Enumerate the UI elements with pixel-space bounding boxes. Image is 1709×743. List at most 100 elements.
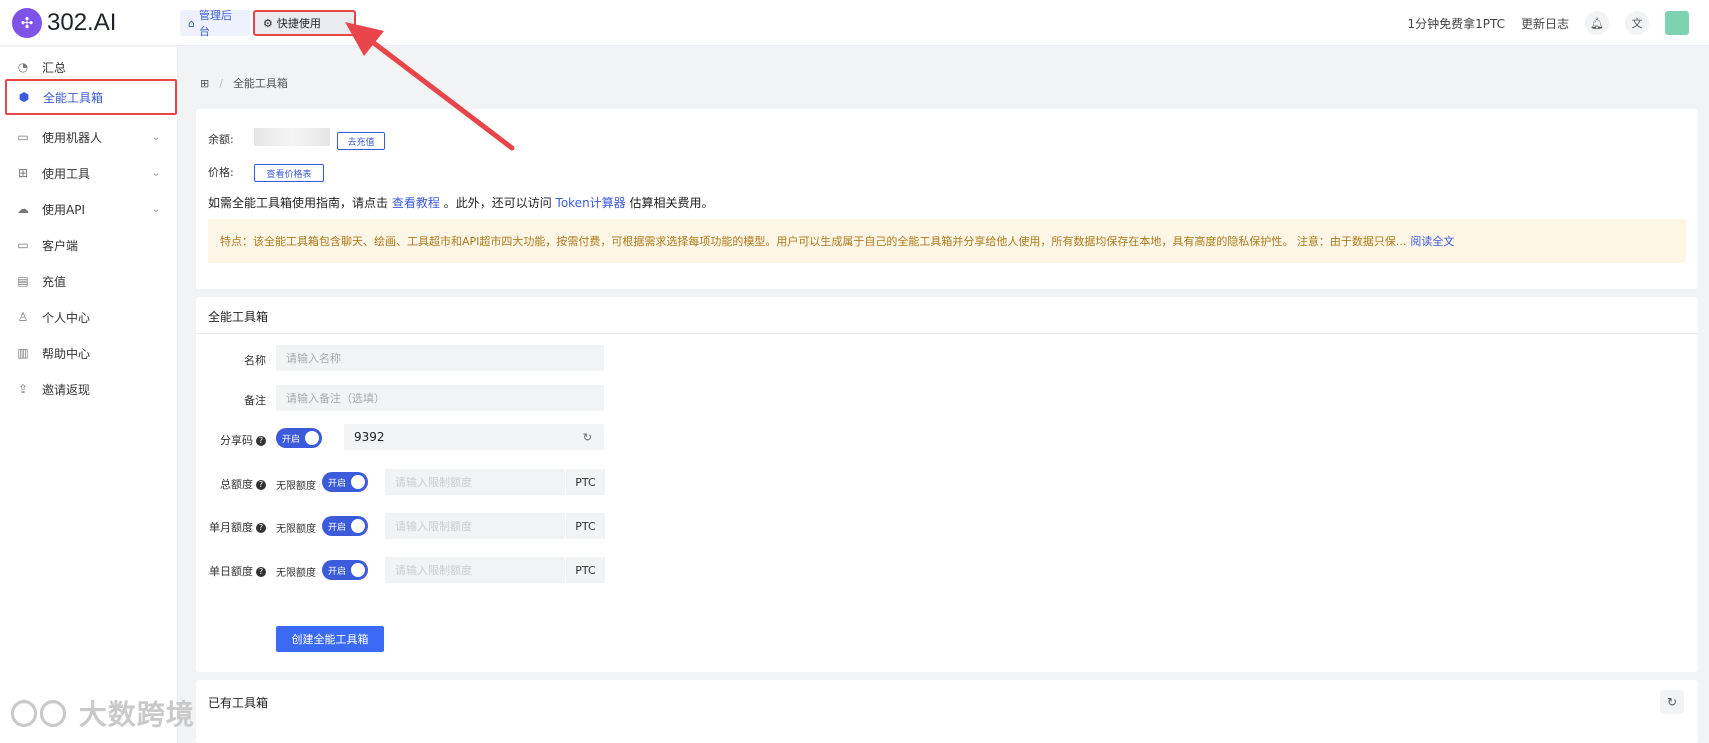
avatar[interactable] bbox=[1665, 11, 1689, 35]
toggle-knob bbox=[305, 431, 319, 445]
price-table-button[interactable]: 查看价格表 bbox=[254, 164, 324, 182]
toggle-label: 开启 bbox=[282, 434, 301, 445]
cloud-icon: ☁ bbox=[17, 202, 29, 216]
chevron-down-icon: ⌄ bbox=[151, 167, 160, 179]
unlimited-text: 无限额度 bbox=[276, 481, 316, 492]
sidebar-item-invite[interactable]: ⇪ 邀请返现 bbox=[0, 371, 178, 407]
guide-text-3: 估算相关费用。 bbox=[629, 196, 714, 210]
monthly-quota-toggle[interactable]: 开启 bbox=[322, 516, 368, 536]
existing-toolbox-card: 已有工具箱 ↻ bbox=[196, 680, 1698, 743]
top-bar: ✣ 302.AI ⌂ 管理后台 ⚙ 快捷使用 1分钟免费拿1PTC 更新日志 🔔… bbox=[0, 0, 1709, 46]
sidebar-item-tools[interactable]: ⊞ 使用工具 ⌄ bbox=[0, 155, 178, 191]
help-icon[interactable]: ? bbox=[256, 567, 266, 577]
chevron-down-icon: ⌄ bbox=[151, 203, 160, 215]
share-code-toggle[interactable]: 开启 bbox=[276, 428, 322, 448]
tab-quick-use-label: 快捷使用 bbox=[276, 17, 321, 30]
sidebar-item-profile[interactable]: ♙ 个人中心 bbox=[0, 299, 178, 335]
daily-quota-label: 单日额度? bbox=[196, 563, 266, 579]
translate-icon[interactable]: 文 bbox=[1625, 11, 1649, 35]
existing-title: 已有工具箱 bbox=[208, 696, 269, 710]
create-toolbox-card: 全能工具箱 名称 请输入名称 备注 请输入备注（选填） 分享码? 开启 9392… bbox=[196, 297, 1698, 672]
grid-icon: ⊞ bbox=[17, 166, 29, 180]
robot-icon: ▭ bbox=[17, 130, 29, 144]
grid-icon[interactable]: ⊞ bbox=[200, 77, 209, 90]
help-icon[interactable]: ? bbox=[256, 436, 266, 446]
sidebar-item-help[interactable]: ▥ 帮助中心 bbox=[0, 335, 178, 371]
recharge-button[interactable]: 去充值 bbox=[337, 132, 385, 150]
balance-value-blurred bbox=[254, 128, 330, 146]
home-icon: ⌂ bbox=[188, 16, 195, 30]
toggle-label: 开启 bbox=[328, 566, 347, 577]
breadcrumb-separator: / bbox=[219, 76, 223, 90]
help-icon[interactable]: ? bbox=[256, 480, 266, 490]
sidebar-item-label: 邀请返现 bbox=[42, 382, 91, 397]
sidebar: ◔ 汇总 ⬢ 全能工具箱 ▭ 使用机器人 ⌄ ⊞ 使用工具 ⌄ ☁ 使用API … bbox=[0, 47, 178, 743]
sidebar-item-client[interactable]: ▭ 客户端 bbox=[0, 227, 178, 263]
tab-quick-use[interactable]: ⚙ 快捷使用 bbox=[253, 10, 356, 36]
unlimited-text: 无限额度 bbox=[276, 524, 316, 535]
name-input[interactable]: 请输入名称 bbox=[276, 345, 604, 371]
toggle-label: 开启 bbox=[328, 478, 347, 489]
sidebar-item-label: 使用API bbox=[42, 202, 85, 217]
sidebar-item-label: 客户端 bbox=[42, 238, 79, 253]
sidebar-item-api[interactable]: ☁ 使用API ⌄ bbox=[0, 191, 178, 227]
user-icon: ♙ bbox=[17, 310, 29, 324]
price-label: 价格: bbox=[208, 166, 234, 179]
main-content: ⊞ / 全能工具箱 余额: 去充值 价格: 查看价格表 如需全能工具箱使用指南，… bbox=[178, 47, 1709, 743]
watermark-logo-icon: 〇〇 bbox=[10, 698, 69, 731]
sidebar-item-robot[interactable]: ▭ 使用机器人 ⌄ bbox=[0, 119, 178, 155]
monthly-quota-input[interactable]: 请输入限制额度 bbox=[385, 513, 565, 539]
guide-text-2: 。此外，还可以访问 bbox=[443, 196, 552, 210]
watermark-text: 大数跨境 bbox=[78, 698, 195, 731]
chevron-down-icon: ⌄ bbox=[151, 131, 160, 143]
token-calculator-link[interactable]: Token计算器 bbox=[556, 196, 626, 210]
balance-label: 余额: bbox=[208, 133, 234, 146]
sidebar-item-label: 个人中心 bbox=[42, 310, 91, 325]
notice-text: 特点：该全能工具箱包含聊天、绘画、工具超市和API超市四大功能，按需付费，可根据… bbox=[220, 235, 1407, 248]
invite-icon: ⇪ bbox=[17, 382, 29, 396]
remark-input[interactable]: 请输入备注（选填） bbox=[276, 385, 604, 411]
daily-quota-input[interactable]: 请输入限制额度 bbox=[385, 557, 565, 583]
daily-quota-unit: PTC bbox=[565, 557, 605, 583]
sidebar-item-label: 汇总 bbox=[42, 60, 67, 75]
bell-icon[interactable]: 🔔︎ bbox=[1585, 11, 1609, 35]
read-more-link[interactable]: 阅读全文 bbox=[1410, 233, 1454, 249]
total-quota-input[interactable]: 请输入限制额度 bbox=[385, 469, 565, 495]
breadcrumb: ⊞ / 全能工具箱 bbox=[200, 75, 288, 91]
sidebar-item-label: 全能工具箱 bbox=[43, 90, 104, 105]
tutorial-link[interactable]: 查看教程 bbox=[392, 196, 440, 210]
monthly-quota-label: 单月额度? bbox=[196, 519, 266, 535]
share-code-input[interactable]: 9392 ↻ bbox=[344, 424, 604, 450]
logo[interactable]: ✣ 302.AI bbox=[12, 8, 116, 38]
logo-text: 302.AI bbox=[47, 9, 117, 36]
toggle-knob bbox=[351, 475, 365, 489]
share-code-label-text: 分享码 bbox=[220, 434, 253, 447]
top-right-actions: 1分钟免费拿1PTC 更新日志 🔔︎ 文 bbox=[1407, 11, 1689, 35]
guide-text-1: 如需全能工具箱使用指南，请点击 bbox=[208, 196, 389, 210]
cube-icon: ⬢ bbox=[18, 90, 30, 104]
watermark: 〇〇 大数跨境 bbox=[10, 693, 195, 733]
total-quota-toggle[interactable]: 开启 bbox=[322, 472, 368, 492]
toggle-label: 开启 bbox=[328, 522, 347, 533]
sidebar-item-toolbox[interactable]: ⬢ 全能工具箱 bbox=[5, 79, 177, 115]
create-toolbox-button[interactable]: 创建全能工具箱 bbox=[276, 626, 384, 652]
guide-text: 如需全能工具箱使用指南，请点击 查看教程 。此外，还可以访问 Token计算器 … bbox=[208, 194, 714, 211]
remark-label: 备注 bbox=[244, 394, 266, 407]
changelog-link[interactable]: 更新日志 bbox=[1521, 15, 1569, 32]
tab-admin-label: 管理后台 bbox=[198, 9, 232, 38]
gear-icon: ⚙ bbox=[263, 16, 273, 30]
sidebar-item-recharge[interactable]: ▤ 充值 bbox=[0, 263, 178, 299]
share-code-label: 分享码? bbox=[196, 432, 266, 448]
name-label: 名称 bbox=[244, 354, 266, 367]
feature-notice: 特点：该全能工具箱包含聊天、绘画、工具超市和API超市四大功能，按需付费，可根据… bbox=[208, 219, 1686, 263]
help-icon[interactable]: ? bbox=[256, 523, 266, 533]
toggle-knob bbox=[351, 563, 365, 577]
toggle-knob bbox=[351, 519, 365, 533]
refresh-icon[interactable]: ↻ bbox=[583, 431, 592, 444]
divider bbox=[196, 333, 1698, 334]
sidebar-item-label: 使用机器人 bbox=[42, 130, 103, 145]
tab-admin[interactable]: ⌂ 管理后台 bbox=[180, 9, 250, 38]
daily-quota-toggle[interactable]: 开启 bbox=[322, 560, 368, 580]
refresh-icon[interactable]: ↻ bbox=[1660, 690, 1684, 714]
promo-link[interactable]: 1分钟免费拿1PTC bbox=[1407, 15, 1505, 32]
